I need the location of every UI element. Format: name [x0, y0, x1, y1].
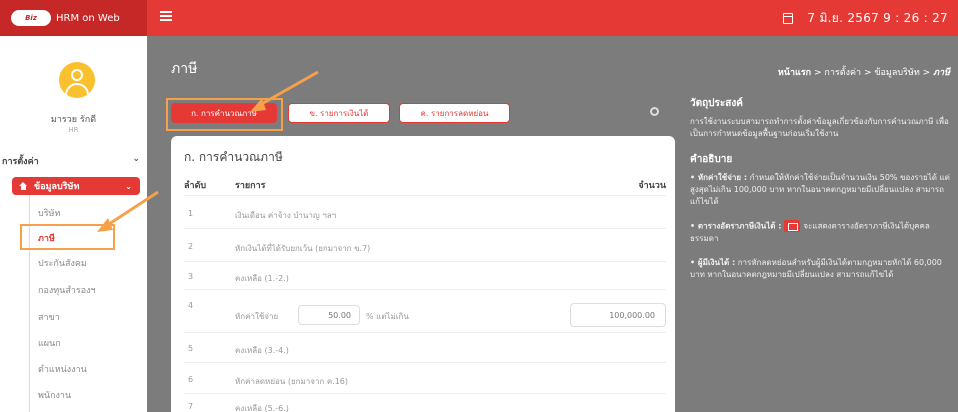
- tab-deduction-items[interactable]: ค. รายการลดหย่อน: [399, 103, 510, 123]
- row-no: 3: [188, 272, 194, 281]
- highlight-box-sidebar-tax: [20, 224, 115, 250]
- row-no: 4: [188, 301, 194, 310]
- gear-icon[interactable]: [650, 107, 659, 116]
- sidebar-item-department[interactable]: แผนก: [38, 336, 61, 350]
- objective-heading: วัตถุประสงค์: [690, 98, 743, 109]
- app-title: HRM on Web: [56, 12, 120, 24]
- row-no: 6: [188, 375, 194, 384]
- bullet-label: • หักค่าใช้จ่าย :: [690, 173, 748, 182]
- breadcrumb-separator: >: [813, 68, 822, 78]
- row-item: คงเหลือ (5.-6.): [235, 404, 289, 412]
- bullet-label: • ผู้มีเงินได้ :: [690, 257, 736, 267]
- description-heading: คำอธิบาย: [690, 154, 733, 165]
- divider: [184, 332, 666, 333]
- expense-max-amount-input[interactable]: 100,000.00: [570, 303, 666, 327]
- sidebar-group-company-info[interactable]: ข้อมูลบริษัท ⌄: [12, 177, 140, 195]
- sidebar-item-company[interactable]: บริษัท: [38, 206, 60, 220]
- table-header: ลำดับ รายการ จำนวน: [184, 178, 666, 194]
- breadcrumb-home[interactable]: หน้าแรก: [778, 68, 811, 78]
- chevron-down-icon: ⌄: [132, 154, 140, 164]
- column-header-amount: จำนวน: [638, 181, 666, 191]
- breadcrumb-company[interactable]: ข้อมูลบริษัท: [874, 68, 919, 78]
- divider: [184, 393, 666, 394]
- breadcrumb: หน้าแรก > การตั้งค่า > ข้อมูลบริษัท > ภา…: [778, 65, 950, 79]
- divider: [184, 362, 666, 363]
- divider: [184, 289, 666, 290]
- divider: [184, 228, 666, 229]
- user-role: HR: [68, 126, 79, 134]
- page-title: ภาษี: [171, 61, 198, 77]
- user-name: มารวย รักดี: [50, 115, 97, 125]
- sidebar-section-label: การตั้งค่า: [2, 157, 39, 167]
- sidebar-item-employee[interactable]: พนักงาน: [38, 388, 71, 402]
- description-tax-table: • ตารางอัตราภาษีเงินได้ : จะแสดงตารางอัตร…: [690, 220, 958, 245]
- brand[interactable]: Biz HRM on Web: [0, 0, 147, 36]
- info-panel: วัตถุประสงค์ การใช้งานระบบสามารถทำการตั้…: [690, 98, 958, 293]
- row-item: หักค่าลดหย่อน (ยกมาจาก ค.16): [235, 377, 349, 386]
- sidebar-item-social-security[interactable]: ประกันสังคม: [38, 256, 87, 270]
- calendar-icon: [783, 13, 794, 24]
- chevron-down-icon: ⌄: [125, 181, 132, 191]
- divider: [184, 261, 666, 262]
- column-header-item: รายการ: [235, 181, 266, 191]
- tab-income-items[interactable]: ข. รายการเงินได้: [288, 103, 390, 123]
- divider: [184, 195, 666, 196]
- row-item: เงินเดือน ค่าจ้าง บำนาญ ฯลฯ: [235, 211, 337, 220]
- user-avatar-icon[interactable]: [59, 62, 95, 98]
- row-no: 5: [188, 344, 194, 353]
- sidebar-item-provident-fund[interactable]: กองทุนสำรองฯ: [38, 283, 96, 297]
- row-no: 7: [188, 402, 194, 411]
- card-title: ก. การคำนวณภาษี: [184, 150, 283, 164]
- breadcrumb-current: ภาษี: [933, 68, 950, 78]
- percent-suffix-label: % แต่ไม่เกิน: [366, 312, 409, 321]
- row-item: คงเหลือ (3.-4.): [235, 346, 289, 355]
- top-bar: Biz HRM on Web 7 มิ.ย. 2567 9 : 26 : 27: [0, 0, 958, 36]
- row-item: หักค่าใช้จ่าย: [235, 312, 279, 321]
- header-right: 7 มิ.ย. 2567 9 : 26 : 27: [783, 9, 948, 28]
- row-no: 2: [188, 242, 194, 251]
- row-item: หักเงินได้ที่ได้รับยกเว้น (ยกมาจาก ข.7): [235, 244, 371, 253]
- row-item: คงเหลือ (1.-2.): [235, 274, 289, 283]
- highlight-box-tab: [166, 98, 283, 131]
- description-taxpayer: • ผู้มีเงินได้ : การหักลดหย่อนสำหรับผู้ม…: [690, 257, 958, 281]
- breadcrumb-separator: >: [863, 68, 872, 78]
- hamburger-menu-icon[interactable]: [160, 11, 172, 23]
- main-content: ภาษี หน้าแรก > การตั้งค่า > ข้อมูลบริษัท…: [147, 36, 958, 412]
- sidebar-section-settings[interactable]: การตั้งค่า ⌄: [0, 154, 140, 168]
- expense-percent-input[interactable]: 50.00: [298, 305, 360, 325]
- sidebar-item-position[interactable]: ตำแหน่งงาน: [38, 362, 87, 376]
- tax-calculation-card: ก. การคำนวณภาษี ลำดับ รายการ จำนวน 1 เงิ…: [171, 136, 675, 412]
- description-expense: • หักค่าใช้จ่าย : กำหนดให้หักค่าใช้จ่ายเ…: [690, 172, 958, 208]
- bullet-label: • ตารางอัตราภาษีเงินได้ :: [690, 221, 782, 231]
- home-icon: [19, 182, 28, 190]
- row-no: 1: [188, 209, 194, 218]
- sidebar-group-label: ข้อมูลบริษัท: [34, 182, 80, 192]
- app-logo: Biz: [11, 10, 51, 26]
- table-row: 4 หักค่าใช้จ่าย 50.00 % แต่ไม่เกิน 100,0…: [184, 301, 666, 329]
- current-datetime: 7 มิ.ย. 2567 9 : 26 : 27: [807, 11, 948, 25]
- column-header-no: ลำดับ: [184, 181, 207, 191]
- breadcrumb-settings[interactable]: การตั้งค่า: [824, 68, 861, 78]
- breadcrumb-separator: >: [922, 68, 931, 78]
- objective-text: การใช้งานระบบสามารถทำการตั้งค่าข้อมูลเกี…: [690, 117, 949, 138]
- sidebar-item-branch[interactable]: สาขา: [38, 310, 60, 324]
- tax-table-icon: [784, 220, 801, 232]
